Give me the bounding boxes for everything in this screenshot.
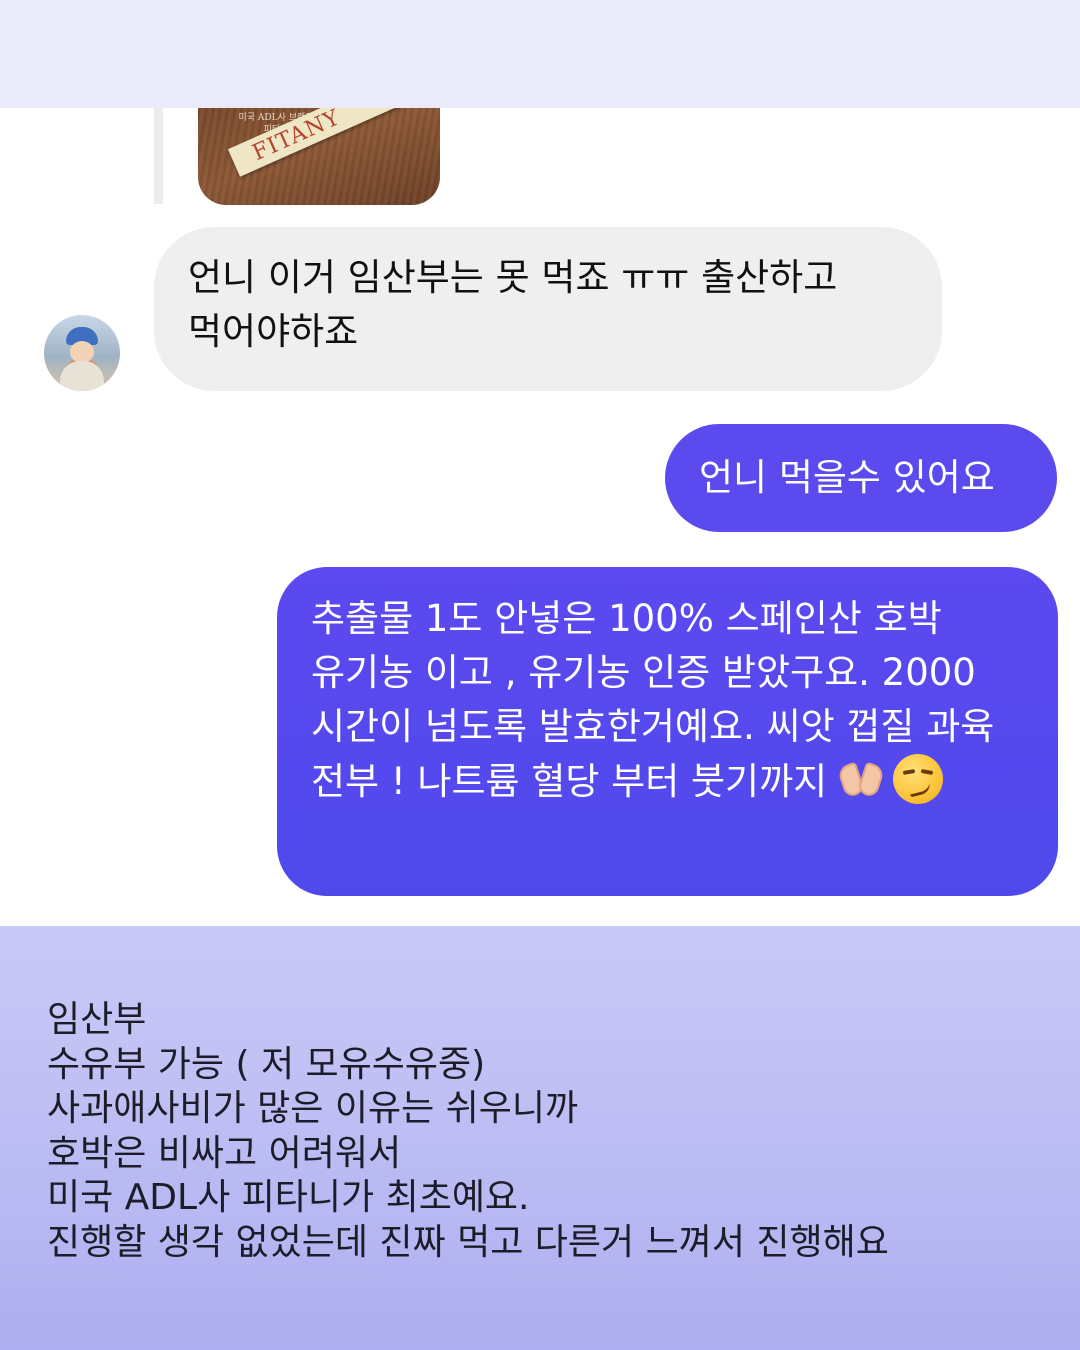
caption-line: 호박은 비싸고 어려워서 (47, 1132, 402, 1174)
caption-line: 진행할 생각 없었는데 진짜 먹고 다른거 느껴서 진행해요 (47, 1221, 889, 1263)
chat-thread: 미국 ADL사 브랜드 피타니 FITANY 언니 이거 임산부는 못 먹죠 ㅠ… (0, 108, 1080, 926)
smirking-face-icon (893, 754, 944, 804)
caption-text-block: 임산부 수유부 가능 ( 저 모유수유중) 사과애사비가 많은 이유는 쉬우니까… (47, 998, 889, 1266)
avatar-face (70, 341, 94, 363)
avatar-body (60, 361, 104, 391)
caption-panel: 임산부 수유부 가능 ( 저 모유수유중) 사과애사비가 많은 이유는 쉬우니까… (0, 926, 1080, 1350)
shared-product-image[interactable]: 미국 ADL사 브랜드 피타니 FITANY (198, 108, 440, 205)
outgoing-message-bubble[interactable]: 추출물 1도 안넣은 100% 스페인산 호박 유기농 이고 , 유기농 인증 … (277, 567, 1058, 896)
message-text: 언니 먹을수 있어요 (699, 456, 995, 499)
caption-line: 임산부 (47, 999, 147, 1040)
caption-line: 수유부 가능 ( 저 모유수유중) (47, 1043, 486, 1085)
caption-line: 사과애사비가 많은 이유는 쉬우니까 (47, 1088, 579, 1130)
incoming-message-bubble[interactable]: 언니 이거 임산부는 못 먹죠 ㅠㅠ 출산하고 먹어야하죠 (154, 227, 942, 391)
sender-avatar[interactable] (44, 315, 120, 391)
message-text: 추출물 1도 안넣은 100% 스페인산 호박 유기농 이고 , 유기농 인증 … (311, 597, 995, 803)
reply-indicator-bar (154, 108, 163, 204)
heart-hands-icon (839, 760, 883, 800)
caption-line: 미국 ADL사 피타니가 최초예요. (47, 1177, 530, 1219)
message-text: 언니 이거 임산부는 못 먹죠 ㅠㅠ 출산하고 먹어야하죠 (188, 256, 838, 353)
outgoing-message-bubble[interactable]: 언니 먹을수 있어요 (665, 424, 1057, 532)
top-band (0, 0, 1080, 108)
